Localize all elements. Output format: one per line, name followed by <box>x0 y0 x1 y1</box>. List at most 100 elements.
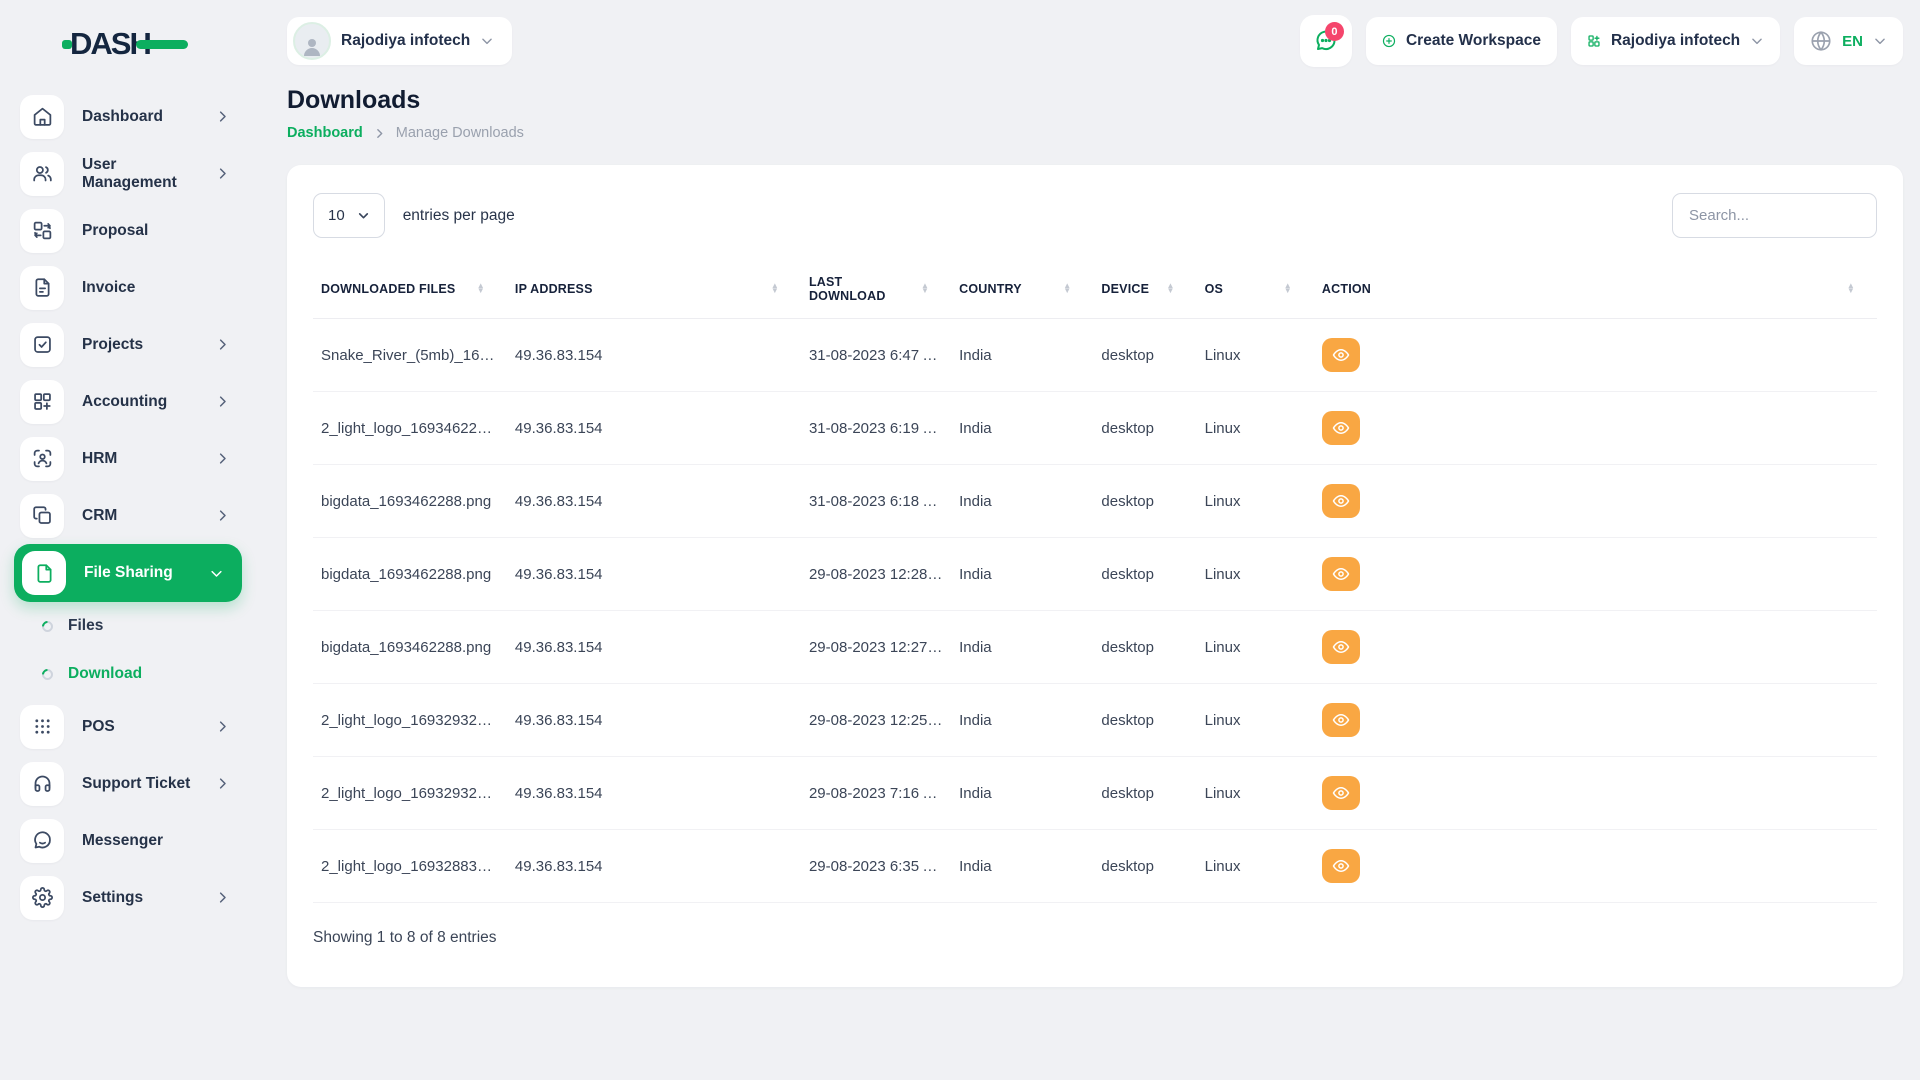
cell-os: Linux <box>1197 392 1314 465</box>
eye-icon <box>1332 419 1350 437</box>
cell-os: Linux <box>1197 611 1314 684</box>
breadcrumb-dashboard-link[interactable]: Dashboard <box>287 125 363 141</box>
eye-icon <box>1332 784 1350 802</box>
sidebar-item-accounting[interactable]: Accounting <box>0 373 250 430</box>
cell-action <box>1314 392 1877 465</box>
file-text-icon <box>20 266 64 310</box>
entries-per-page-value: 10 <box>328 207 345 224</box>
sidebar-item-crm[interactable]: CRM <box>0 487 250 544</box>
sidebar-item-file-sharing[interactable]: File Sharing <box>14 544 242 602</box>
eye-icon <box>1332 711 1350 729</box>
column-header[interactable]: IP ADDRESS ▲▼ <box>507 260 801 319</box>
create-workspace-button[interactable]: Create Workspace <box>1366 17 1557 65</box>
cell-country: India <box>951 611 1093 684</box>
view-download-button[interactable] <box>1322 630 1360 664</box>
search-input[interactable] <box>1672 193 1877 238</box>
chevron-right-icon <box>373 127 386 140</box>
messages-button[interactable]: 0 <box>1300 15 1352 67</box>
column-header[interactable]: LAST DOWNLOAD ▲▼ <box>801 260 951 319</box>
cell-last-download: 29-08-2023 6:35 AM <box>801 830 951 903</box>
sidebar-item-label: Messenger <box>82 832 230 850</box>
sidebar-item-label: Accounting <box>82 393 215 411</box>
cell-downloaded-file: Snake_River_(5mb)_1693463603.jpg <box>313 319 507 392</box>
view-download-button[interactable] <box>1322 484 1360 518</box>
sort-arrows-icon: ▲▼ <box>921 284 929 294</box>
sidebar-item-proposal[interactable]: Proposal <box>0 202 250 259</box>
cell-device: desktop <box>1093 830 1196 903</box>
view-download-button[interactable] <box>1322 338 1360 372</box>
company-selector[interactable]: Rajodiya infotech <box>1571 17 1780 65</box>
view-download-button[interactable] <box>1322 557 1360 591</box>
sort-arrows-icon: ▲▼ <box>1847 284 1855 294</box>
view-download-button[interactable] <box>1322 849 1360 883</box>
table-row: bigdata_1693462288.png 49.36.83.154 29-0… <box>313 611 1877 684</box>
cell-action <box>1314 538 1877 611</box>
cell-device: desktop <box>1093 538 1196 611</box>
view-download-button[interactable] <box>1322 703 1360 737</box>
cell-last-download: 29-08-2023 7:16 AM <box>801 757 951 830</box>
sidebar-nav: Dashboard User Management Proposal Invoi… <box>0 88 250 926</box>
chevron-right-icon <box>215 719 230 734</box>
topbar-actions: 0 Create Workspace Rajodiya infotech EN <box>1300 15 1903 67</box>
sidebar-item-invoice[interactable]: Invoice <box>0 259 250 316</box>
downloads-table: DOWNLOADED FILES ▲▼ IP ADDRESS ▲▼ <box>313 260 1877 903</box>
workspace-selector[interactable]: Rajodiya infotech <box>287 17 512 65</box>
sidebar-item-label: POS <box>82 718 215 736</box>
cell-country: India <box>951 757 1093 830</box>
table-body: Snake_River_(5mb)_1693463603.jpg 49.36.8… <box>313 319 1877 903</box>
chevron-right-icon <box>215 890 230 905</box>
sidebar-item-settings[interactable]: Settings <box>0 869 250 926</box>
column-header[interactable]: COUNTRY ▲▼ <box>951 260 1093 319</box>
sidebar-subitem-label: Files <box>68 617 103 635</box>
sidebar-item-support-ticket[interactable]: Support Ticket <box>0 755 250 812</box>
cell-country: India <box>951 830 1093 903</box>
sidebar-item-dashboard[interactable]: Dashboard <box>0 88 250 145</box>
sidebar-item-label: Invoice <box>82 279 230 297</box>
column-header-label: COUNTRY <box>959 282 1022 296</box>
column-header-label: IP ADDRESS <box>515 282 593 296</box>
eye-icon <box>1332 638 1350 656</box>
sidebar-item-pos[interactable]: POS <box>0 698 250 755</box>
view-download-button[interactable] <box>1322 411 1360 445</box>
eye-icon <box>1332 857 1350 875</box>
column-header[interactable]: ACTION ▲▼ <box>1314 260 1877 319</box>
table-row: bigdata_1693462288.png 49.36.83.154 29-0… <box>313 538 1877 611</box>
sidebar-item-label: File Sharing <box>84 564 209 582</box>
column-header[interactable]: OS ▲▼ <box>1197 260 1314 319</box>
entries-per-page-select[interactable]: 10 <box>313 193 385 238</box>
cell-last-download: 29-08-2023 12:27 PM <box>801 611 951 684</box>
view-download-button[interactable] <box>1322 776 1360 810</box>
sort-arrows-icon: ▲▼ <box>1063 284 1071 294</box>
sidebar-item-user-management[interactable]: User Management <box>0 145 250 202</box>
table-header-row: DOWNLOADED FILES ▲▼ IP ADDRESS ▲▼ <box>313 260 1877 319</box>
column-header[interactable]: DOWNLOADED FILES ▲▼ <box>313 260 507 319</box>
bullet-icon <box>40 666 56 682</box>
main-content: Rajodiya infotech 0 Create Workspace Raj… <box>250 0 1920 1080</box>
language-selector[interactable]: EN <box>1794 17 1903 65</box>
eye-icon <box>1332 346 1350 364</box>
column-header[interactable]: DEVICE ▲▼ <box>1093 260 1196 319</box>
cell-ip-address: 49.36.83.154 <box>507 684 801 757</box>
sidebar-item-label: CRM <box>82 507 215 525</box>
swap-boxes-icon <box>20 209 64 253</box>
cell-action <box>1314 684 1877 757</box>
sidebar-item-label: Projects <box>82 336 215 354</box>
chevron-down-icon <box>1873 34 1887 48</box>
headphones-icon <box>20 762 64 806</box>
sidebar-item-projects[interactable]: Projects <box>0 316 250 373</box>
cell-country: India <box>951 319 1093 392</box>
sort-arrows-icon: ▲▼ <box>771 284 779 294</box>
table-footer-status: Showing 1 to 8 of 8 entries <box>313 929 1877 947</box>
cell-last-download: 31-08-2023 6:47 AM <box>801 319 951 392</box>
sidebar-item-download[interactable]: Download <box>0 650 250 698</box>
sidebar-item-messenger[interactable]: Messenger <box>0 812 250 869</box>
sidebar-item-hrm[interactable]: HRM <box>0 430 250 487</box>
cell-last-download: 29-08-2023 12:28 PM <box>801 538 951 611</box>
cell-country: India <box>951 538 1093 611</box>
page-title: Downloads <box>287 86 1903 115</box>
app-logo[interactable]: DASH <box>0 14 250 88</box>
sort-arrows-icon: ▲▼ <box>477 284 485 294</box>
cell-action <box>1314 830 1877 903</box>
sidebar-item-files[interactable]: Files <box>0 602 250 650</box>
file-icon <box>22 551 66 595</box>
